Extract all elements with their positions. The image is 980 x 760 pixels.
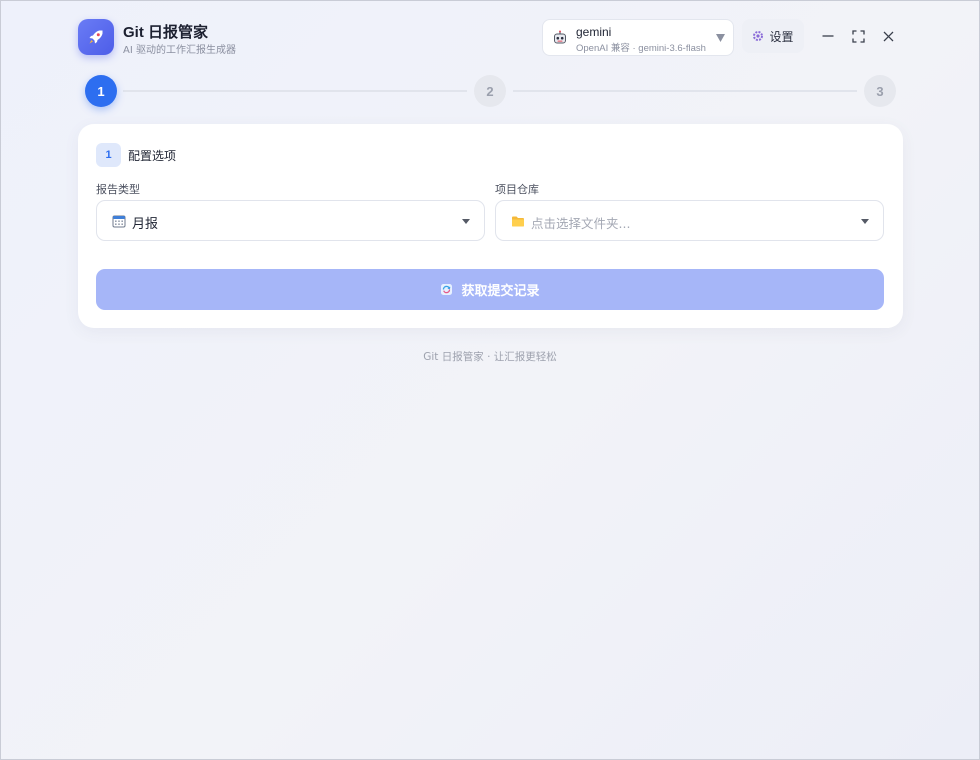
settings-label: 设置 [769,29,794,44]
config-card: 1 配置选项 报告类型 月报 项目仓库 点击选择文件夹... 获取提交记录 [78,124,903,328]
section-title: 配置选项 [128,149,177,163]
calendar-icon [112,215,126,228]
settings-button[interactable]: 设置 [742,19,804,53]
app-title: Git 日报管家 [123,24,208,41]
caret-down-icon [716,34,725,42]
model-selector[interactable]: gemini OpenAI 兼容 · gemini-3.6-flash [542,19,734,56]
repository-placeholder: 点击选择文件夹... [531,216,631,231]
fetch-commits-button[interactable]: 获取提交记录 [96,269,884,310]
caret-down-icon [462,219,470,224]
gear-icon [753,31,764,41]
app-header: Git 日报管家 AI 驱动的工作汇报生成器 gemini OpenAI 兼容 … [78,19,980,57]
folder-icon [512,216,524,227]
section-badge: 1 [96,143,121,167]
footer-text: Git 日报管家 · 让汇报更轻松 [423,351,557,363]
step-connector [123,90,467,92]
stepper: 1 2 3 [85,75,896,107]
minimize-icon [822,35,834,37]
fullscreen-icon [851,29,865,43]
app-subtitle: AI 驱动的工作汇报生成器 [123,45,236,56]
step-1[interactable]: 1 [85,75,117,107]
fetch-commits-label: 获取提交记录 [461,284,540,299]
minimize-button[interactable] [820,28,836,44]
repository-label: 项目仓库 [495,183,539,196]
rocket-icon [89,30,103,44]
model-detail: OpenAI 兼容 · gemini-3.6-flash [576,43,706,54]
close-button[interactable] [880,28,896,44]
step-2[interactable]: 2 [474,75,506,107]
fullscreen-button[interactable] [850,28,866,44]
app-logo [78,19,114,55]
refresh-icon [441,284,453,295]
step-connector [513,90,857,92]
report-type-value: 月报 [132,217,159,232]
robot-icon [554,30,566,44]
close-icon [883,31,893,41]
caret-down-icon [861,219,869,224]
report-type-select[interactable]: 月报 [96,200,485,241]
model-name: gemini [576,25,612,39]
report-type-label: 报告类型 [96,183,140,196]
repository-select[interactable]: 点击选择文件夹... [495,200,884,241]
step-3[interactable]: 3 [864,75,896,107]
window-frame [0,0,980,760]
